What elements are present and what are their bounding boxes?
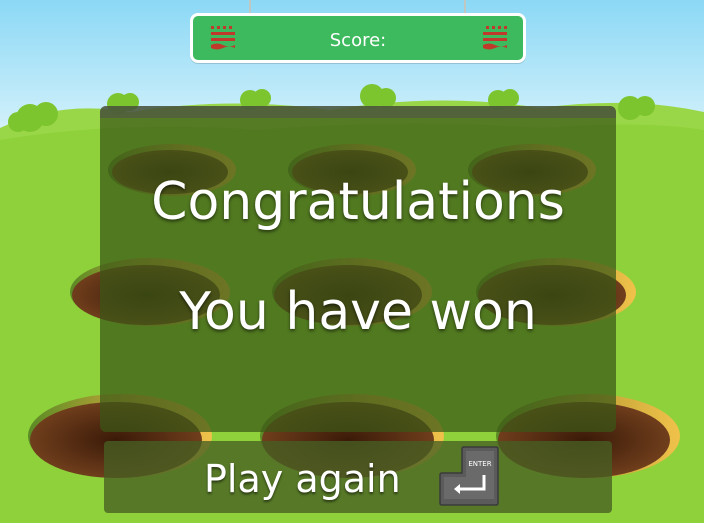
win-overlay-panel: Congratulations You have won: [100, 106, 616, 432]
striped-flag-icon: [483, 26, 507, 50]
enter-key-icon: ENTER: [439, 446, 499, 506]
enter-key-label: ENTER: [468, 460, 491, 468]
play-again-button[interactable]: Play again ENTER: [104, 441, 612, 513]
congratulations-heading: Congratulations: [151, 172, 565, 232]
score-label: Score:: [329, 30, 387, 51]
play-again-label: Play again: [204, 457, 401, 501]
score-banner: Score:: [190, 13, 526, 63]
win-message: You have won: [179, 282, 537, 342]
panel-top-strip: [100, 106, 616, 118]
